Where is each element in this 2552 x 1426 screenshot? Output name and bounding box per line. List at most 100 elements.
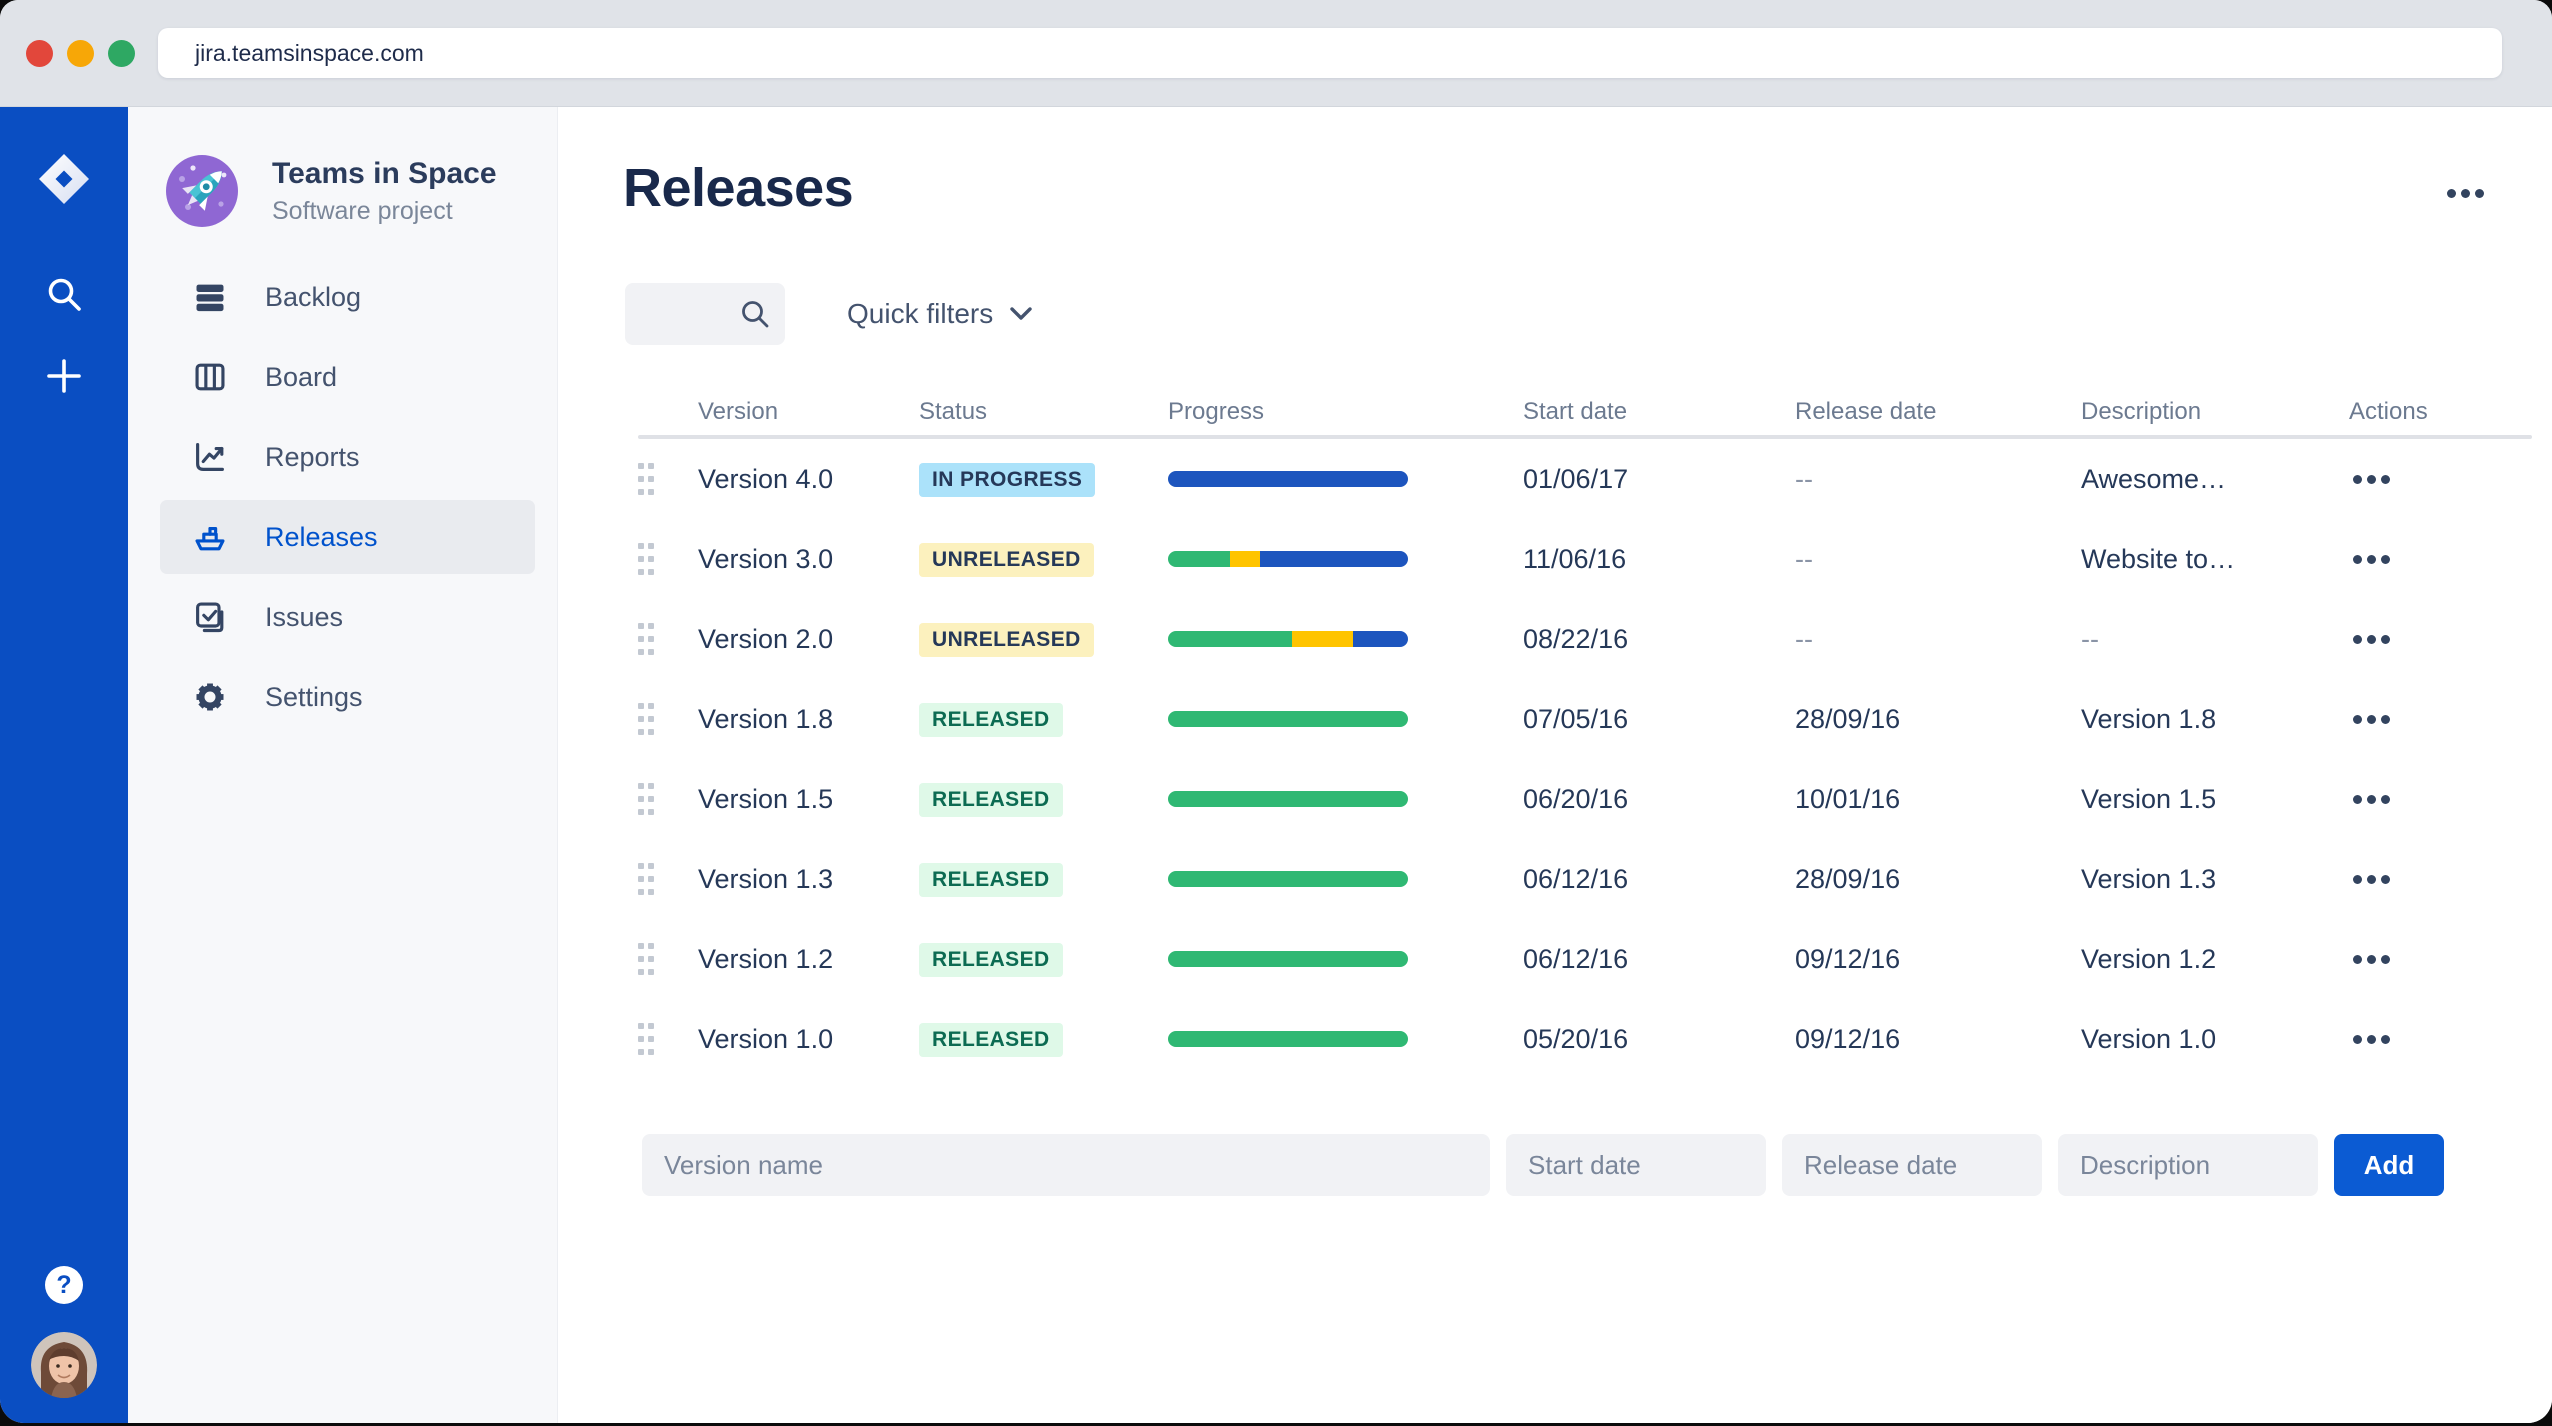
column-header-release-date: Release date [1795,398,1937,425]
row-actions-more-icon[interactable] [2349,709,2394,730]
add-button[interactable]: Add [2334,1134,2444,1196]
sidebar-item-issues[interactable]: Issues [128,577,557,657]
progress-bar [1168,551,1408,567]
row-actions-more-icon[interactable] [2349,549,2394,570]
backlog-icon [192,279,228,315]
filter-bar: Quick filters [625,283,2552,345]
table-row: Version 1.5 RELEASED 06/20/16 10/01/16 Versi… [638,759,2532,839]
drag-handle-icon[interactable] [638,783,654,815]
progress-segment-green [1168,871,1408,887]
reports-icon [192,439,228,475]
version-name-link[interactable]: Version 2.0 [698,624,919,655]
release-date-cell: -- [1795,463,1813,494]
description-cell: Awesome… [2081,463,2227,494]
global-create-icon[interactable] [43,355,85,397]
sidebar-item-label: Settings [265,681,363,712]
release-search-box[interactable] [625,283,785,345]
release-date-cell: 09/12/16 [1795,943,1901,974]
row-actions-more-icon[interactable] [2349,949,2394,970]
description-cell: Version 1.3 [2081,863,2217,894]
desc-field[interactable] [2058,1134,2318,1196]
row-actions-more-icon[interactable] [2349,789,2394,810]
project-header[interactable]: Teams in Space Software project [166,155,557,227]
progress-segment-green [1168,711,1408,727]
column-header-progress: Progress [1168,398,1265,425]
row-actions-more-icon[interactable] [2349,869,2394,890]
progress-segment-green [1168,631,1292,647]
zoom-button[interactable] [108,39,135,67]
drag-handle-icon[interactable] [638,703,654,735]
url-bar[interactable]: jira.teamsinspace.com [158,28,2502,78]
user-avatar[interactable] [31,1332,97,1398]
progress-bar [1168,1031,1408,1047]
description-cell: Version 1.5 [2081,783,2217,814]
start-date-cell: 06/12/16 [1523,863,1629,894]
start-field[interactable] [1506,1134,1766,1196]
version-name-link[interactable]: Version 4.0 [698,464,919,495]
row-actions-more-icon[interactable] [2349,469,2394,490]
description-cell: Version 1.0 [2081,1023,2217,1054]
sidebar-item-settings[interactable]: Settings [128,657,557,737]
drag-handle-icon[interactable] [638,623,654,655]
status-badge: RELEASED [919,862,1063,897]
quick-filters-dropdown[interactable]: Quick filters [841,297,1039,331]
version-name-link[interactable]: Version 1.5 [698,784,919,815]
project-name: Teams in Space [272,157,497,190]
progress-bar [1168,791,1408,807]
sidebar-nav: Backlog Board Reports Releases Issues Se… [128,257,557,737]
sidebar-item-reports[interactable]: Reports [128,417,557,497]
drag-handle-icon[interactable] [638,543,654,575]
drag-handle-icon[interactable] [638,943,654,975]
row-actions-more-icon[interactable] [2349,629,2394,650]
close-button[interactable] [26,39,53,67]
progress-bar [1168,711,1408,727]
progress-segment-yellow [1291,631,1353,647]
start-date-cell: 06/12/16 [1523,943,1629,974]
release-date-cell: 28/09/16 [1795,703,1901,734]
help-icon[interactable]: ? [45,1266,83,1304]
releases-icon [192,519,228,555]
sidebar-item-backlog[interactable]: Backlog [128,257,557,337]
drag-handle-icon[interactable] [638,1023,654,1055]
table-header: Version Status Progress Start date Release d… [638,389,2532,435]
sidebar-item-label: Issues [265,601,344,632]
sidebar-item-releases[interactable]: Releases [128,497,557,577]
status-badge: UNRELEASED [919,542,1094,577]
version-name-link[interactable]: Version 1.0 [698,1024,919,1055]
progress-segment-blue [1352,631,1408,647]
table-row: Version 2.0 UNRELEASED 08/22/16 -- -- [638,599,2532,679]
table-row: Version 3.0 UNRELEASED 11/06/16 -- Website t… [638,519,2532,599]
jira-logo-icon[interactable] [36,151,92,207]
row-actions-more-icon[interactable] [2349,1029,2394,1050]
drag-handle-icon[interactable] [638,863,654,895]
chevron-down-icon [1010,307,1032,320]
browser-window: jira.teamsinspace.com ? Teams in Space S… [0,0,2552,1423]
drag-handle-icon[interactable] [638,463,654,495]
sidebar-item-label: Backlog [265,281,362,312]
page-title: Releases [623,158,854,218]
global-search-icon[interactable] [43,273,85,315]
board-icon [192,359,228,395]
release-date-cell: -- [1795,623,1813,654]
progress-bar [1168,631,1408,647]
quick-filters-label: Quick filters [847,298,994,329]
release-field[interactable] [1782,1134,2042,1196]
version-name-link[interactable]: Version 1.3 [698,864,919,895]
minimize-button[interactable] [67,39,94,67]
page-more-icon[interactable] [2441,183,2490,204]
sidebar-item-board[interactable]: Board [128,337,557,417]
search-icon [738,297,772,336]
version-name-link[interactable]: Version 3.0 [698,544,919,575]
progress-segment-green [1168,951,1408,967]
start-date-cell: 08/22/16 [1523,623,1629,654]
settings-icon [192,679,228,715]
column-header-description: Description [2081,398,2202,425]
project-avatar-rocket [166,155,238,227]
version-name-link[interactable]: Version 1.8 [698,704,919,735]
start-date-cell: 11/06/16 [1523,543,1627,574]
description-cell: -- [2081,623,2099,654]
description-cell: Version 1.8 [2081,703,2217,734]
version-field[interactable] [642,1134,1490,1196]
project-type: Software project [272,197,453,225]
version-name-link[interactable]: Version 1.2 [698,944,919,975]
